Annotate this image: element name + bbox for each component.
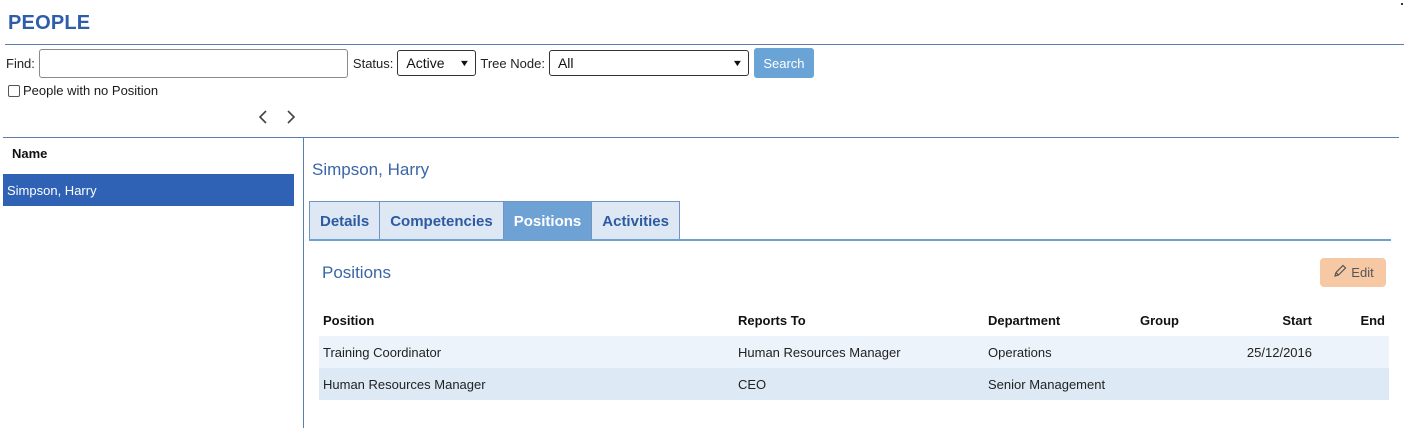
list-item-label: Simpson, Harry bbox=[7, 182, 97, 198]
corner-mark bbox=[1401, 3, 1403, 5]
col-header-start[interactable]: Start bbox=[1216, 304, 1316, 336]
tree-node-select[interactable]: All ▼ bbox=[548, 50, 749, 76]
cell-department: Senior Management bbox=[988, 376, 1106, 392]
chevron-right-icon[interactable] bbox=[284, 108, 298, 126]
col-header-end[interactable]: End bbox=[1316, 304, 1389, 336]
edit-button[interactable]: Edit bbox=[1320, 258, 1386, 287]
page-title: PEOPLE bbox=[8, 12, 91, 34]
cell-start: 25/12/2016 bbox=[1246, 344, 1312, 360]
col-header-position[interactable]: Position bbox=[319, 304, 734, 336]
cell-end bbox=[1316, 336, 1389, 368]
status-select-value: Active bbox=[406, 55, 445, 71]
no-position-filter: People with no Position bbox=[8, 83, 158, 98]
positions-table: Position Reports To Department Group Sta… bbox=[319, 304, 1389, 400]
chevron-down-icon: ▼ bbox=[731, 58, 744, 68]
cell-end bbox=[1316, 368, 1389, 400]
cell-start bbox=[1216, 368, 1316, 400]
pager bbox=[256, 108, 298, 126]
title-divider bbox=[5, 44, 1404, 45]
edit-button-label: Edit bbox=[1351, 265, 1374, 280]
col-header-group[interactable]: Group bbox=[1136, 304, 1216, 336]
find-input[interactable] bbox=[38, 48, 348, 78]
chevron-down-icon: ▼ bbox=[459, 58, 471, 68]
list-item[interactable]: Simpson, Harry bbox=[3, 174, 294, 206]
table-row[interactable]: Human Resources Manager CEO Senior Manag… bbox=[319, 368, 1389, 400]
cell-position: Human Resources Manager bbox=[323, 376, 486, 392]
tab-details[interactable]: Details bbox=[309, 201, 381, 240]
panel-divider bbox=[303, 138, 304, 428]
chevron-left-icon[interactable] bbox=[256, 108, 270, 126]
col-header-department[interactable]: Department bbox=[984, 304, 1136, 336]
cell-group bbox=[1136, 336, 1216, 368]
cell-department: Operations bbox=[988, 344, 1052, 360]
no-position-checkbox[interactable] bbox=[8, 84, 20, 97]
cell-reports-to: CEO bbox=[738, 376, 767, 392]
tree-node-label: Tree Node: bbox=[480, 55, 545, 71]
tab-competencies[interactable]: Competencies bbox=[379, 201, 504, 240]
section-title: Positions bbox=[322, 263, 391, 282]
no-position-label: People with no Position bbox=[23, 83, 159, 98]
tab-activities[interactable]: Activities bbox=[591, 201, 680, 240]
col-header-reports-to[interactable]: Reports To bbox=[734, 304, 984, 336]
list-header-name: Name bbox=[12, 146, 48, 161]
cell-group bbox=[1136, 368, 1216, 400]
status-select[interactable]: Active ▼ bbox=[397, 50, 477, 76]
tab-underline bbox=[309, 239, 1391, 241]
find-label: Find: bbox=[6, 55, 35, 71]
tab-positions[interactable]: Positions bbox=[502, 201, 593, 240]
table-header-row: Position Reports To Department Group Sta… bbox=[319, 304, 1389, 336]
cell-position: Training Coordinator bbox=[323, 344, 442, 360]
pencil-icon bbox=[1332, 263, 1348, 282]
status-label: Status: bbox=[352, 55, 394, 71]
list-divider bbox=[3, 137, 1399, 138]
search-bar: Find: Status: Active ▼ Tree Node: All ▼ … bbox=[6, 48, 814, 78]
tab-bar: Details Competencies Positions Activitie… bbox=[309, 201, 680, 240]
tree-node-select-value: All bbox=[557, 55, 574, 71]
search-button[interactable]: Search bbox=[753, 48, 814, 78]
person-name: Simpson, Harry bbox=[312, 160, 430, 179]
cell-reports-to: Human Resources Manager bbox=[738, 344, 901, 360]
table-row[interactable]: Training Coordinator Human Resources Man… bbox=[319, 336, 1389, 368]
